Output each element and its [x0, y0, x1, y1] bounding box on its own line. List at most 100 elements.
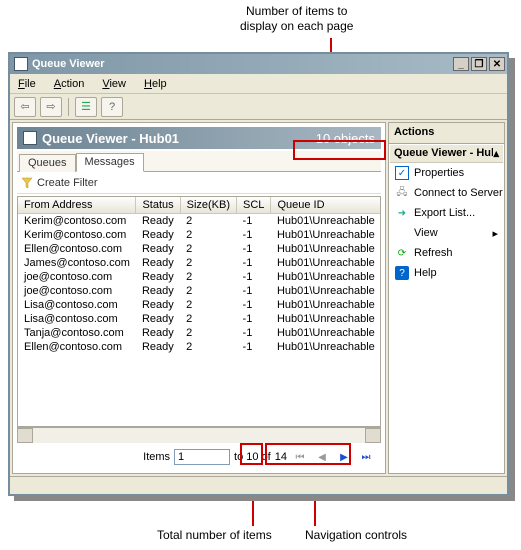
menu-help[interactable]: Help: [140, 76, 171, 92]
table-row[interactable]: Lisa@contoso.comReady2-1Hub01\Unreachabl…: [18, 312, 381, 326]
cell-queue: Hub01\Unreachable: [271, 298, 381, 312]
action-view[interactable]: View ▸: [390, 223, 503, 243]
cell-status: Ready: [136, 256, 180, 270]
cell-from: Tanja@contoso.com: [18, 326, 136, 340]
titlebar: Queue Viewer _ ❐ ✕: [10, 54, 507, 74]
cell-queue: Hub01\Unreachable: [271, 214, 381, 229]
column-header[interactable]: Queue ID: [271, 197, 381, 214]
action-properties[interactable]: ✓ Properties: [390, 163, 503, 183]
table-row[interactable]: joe@contoso.comReady2-1Hub01\Unreachable: [18, 270, 381, 284]
column-header[interactable]: Size(KB): [180, 197, 236, 214]
table-row[interactable]: Kerim@contoso.comReady2-1Hub01\Unreachab…: [18, 214, 381, 229]
message-grid[interactable]: From AddressStatusSize(KB)SCLQueue ID Ke…: [17, 196, 381, 427]
cell-status: Ready: [136, 270, 180, 284]
menu-action[interactable]: Action: [50, 76, 89, 92]
table-row[interactable]: James@contoso.comReady2-1Hub01\Unreachab…: [18, 256, 381, 270]
cell-from: Kerim@contoso.com: [18, 214, 136, 229]
pager: Items to 10 of 14 ⏮ ◀ ▶ ⏭: [17, 445, 381, 469]
pager-next-button[interactable]: ▶: [335, 448, 353, 466]
collapse-icon: ▴: [493, 147, 499, 160]
cell-from: joe@contoso.com: [18, 284, 136, 298]
pager-to-label: to 10 of: [234, 451, 271, 463]
actions-subtitle[interactable]: Queue Viewer - Hub01 ▴: [390, 145, 503, 163]
cell-from: Ellen@contoso.com: [18, 340, 136, 354]
cell-status: Ready: [136, 228, 180, 242]
cell-from: Lisa@contoso.com: [18, 298, 136, 312]
actions-title: Actions: [388, 122, 505, 144]
cell-size: 2: [180, 340, 236, 354]
pager-from-input[interactable]: [174, 449, 230, 465]
help-toolbar-button[interactable]: ?: [101, 97, 123, 117]
toolbar-separator: [68, 98, 69, 116]
callout-nav-controls: Navigation controls: [305, 528, 407, 542]
cell-queue: Hub01\Unreachable: [271, 256, 381, 270]
actions-subtitle-text: Queue Viewer - Hub01: [394, 147, 493, 160]
pager-last-button[interactable]: ⏭: [357, 448, 375, 466]
cell-status: Ready: [136, 312, 180, 326]
cell-queue: Hub01\Unreachable: [271, 270, 381, 284]
tab-strip: Queues Messages: [17, 151, 381, 172]
server-icon: 🖧: [395, 186, 409, 200]
properties-icon: ✓: [395, 166, 409, 180]
cell-size: 2: [180, 326, 236, 340]
properties-button[interactable]: ☰: [75, 97, 97, 117]
scroll-right-button[interactable]: [365, 428, 381, 443]
app-icon: [14, 57, 28, 71]
minimize-button[interactable]: _: [453, 57, 469, 71]
help-icon: ?: [395, 266, 409, 280]
table-row[interactable]: Ellen@contoso.comReady2-1Hub01\Unreachab…: [18, 242, 381, 256]
action-label: Export List...: [414, 207, 475, 219]
cell-status: Ready: [136, 298, 180, 312]
cell-from: Lisa@contoso.com: [18, 312, 136, 326]
create-filter-link[interactable]: Create Filter: [37, 177, 98, 189]
maximize-button[interactable]: ❐: [471, 57, 487, 71]
forward-button[interactable]: ⇨: [40, 97, 62, 117]
menu-file[interactable]: File: [14, 76, 40, 92]
cell-scl: -1: [237, 228, 271, 242]
pane-title-bar: Queue Viewer - Hub01 10 objects: [17, 127, 381, 149]
app-window: Queue Viewer _ ❐ ✕ File Action View Help…: [8, 52, 509, 496]
scroll-track[interactable]: [33, 428, 365, 443]
export-icon: ➜: [395, 206, 409, 220]
pager-first-button[interactable]: ⏮: [291, 448, 309, 466]
back-button[interactable]: ⇦: [14, 97, 36, 117]
cell-scl: -1: [237, 298, 271, 312]
menu-view[interactable]: View: [98, 76, 130, 92]
table-row[interactable]: joe@contoso.comReady2-1Hub01\Unreachable: [18, 284, 381, 298]
close-button[interactable]: ✕: [489, 57, 505, 71]
action-help[interactable]: ? Help: [390, 263, 503, 283]
menubar: File Action View Help: [10, 74, 507, 94]
horizontal-scrollbar[interactable]: [17, 427, 381, 443]
cell-queue: Hub01\Unreachable: [271, 312, 381, 326]
toolbar: ⇦ ⇨ ☰ ?: [10, 94, 507, 120]
action-label: Connect to Server...: [414, 187, 503, 199]
cell-queue: Hub01\Unreachable: [271, 326, 381, 340]
table-row[interactable]: Lisa@contoso.comReady2-1Hub01\Unreachabl…: [18, 298, 381, 312]
tab-queues[interactable]: Queues: [19, 154, 76, 172]
column-header[interactable]: Status: [136, 197, 180, 214]
cell-status: Ready: [136, 284, 180, 298]
action-export-list[interactable]: ➜ Export List...: [390, 203, 503, 223]
action-connect-to-server[interactable]: 🖧 Connect to Server...: [390, 183, 503, 203]
cell-size: 2: [180, 312, 236, 326]
tab-messages[interactable]: Messages: [76, 153, 144, 172]
table-row[interactable]: Ellen@contoso.comReady2-1Hub01\Unreachab…: [18, 340, 381, 354]
pager-prev-button[interactable]: ◀: [313, 448, 331, 466]
action-refresh[interactable]: ⟳ Refresh: [390, 243, 503, 263]
cell-queue: Hub01\Unreachable: [271, 284, 381, 298]
cell-scl: -1: [237, 214, 271, 229]
column-header[interactable]: SCL: [237, 197, 271, 214]
cell-status: Ready: [136, 340, 180, 354]
table-row[interactable]: Tanja@contoso.comReady2-1Hub01\Unreachab…: [18, 326, 381, 340]
object-count: 10 objects: [316, 131, 375, 146]
column-header[interactable]: From Address: [18, 197, 136, 214]
cell-scl: -1: [237, 242, 271, 256]
action-label: View: [414, 227, 487, 239]
cell-scl: -1: [237, 326, 271, 340]
cell-from: Ellen@contoso.com: [18, 242, 136, 256]
submenu-arrow-icon: ▸: [492, 227, 498, 240]
table-row[interactable]: Kerim@contoso.comReady2-1Hub01\Unreachab…: [18, 228, 381, 242]
cell-scl: -1: [237, 256, 271, 270]
scroll-left-button[interactable]: [17, 428, 33, 443]
actions-pane: Actions Queue Viewer - Hub01 ▴ ✓ Propert…: [388, 122, 505, 474]
